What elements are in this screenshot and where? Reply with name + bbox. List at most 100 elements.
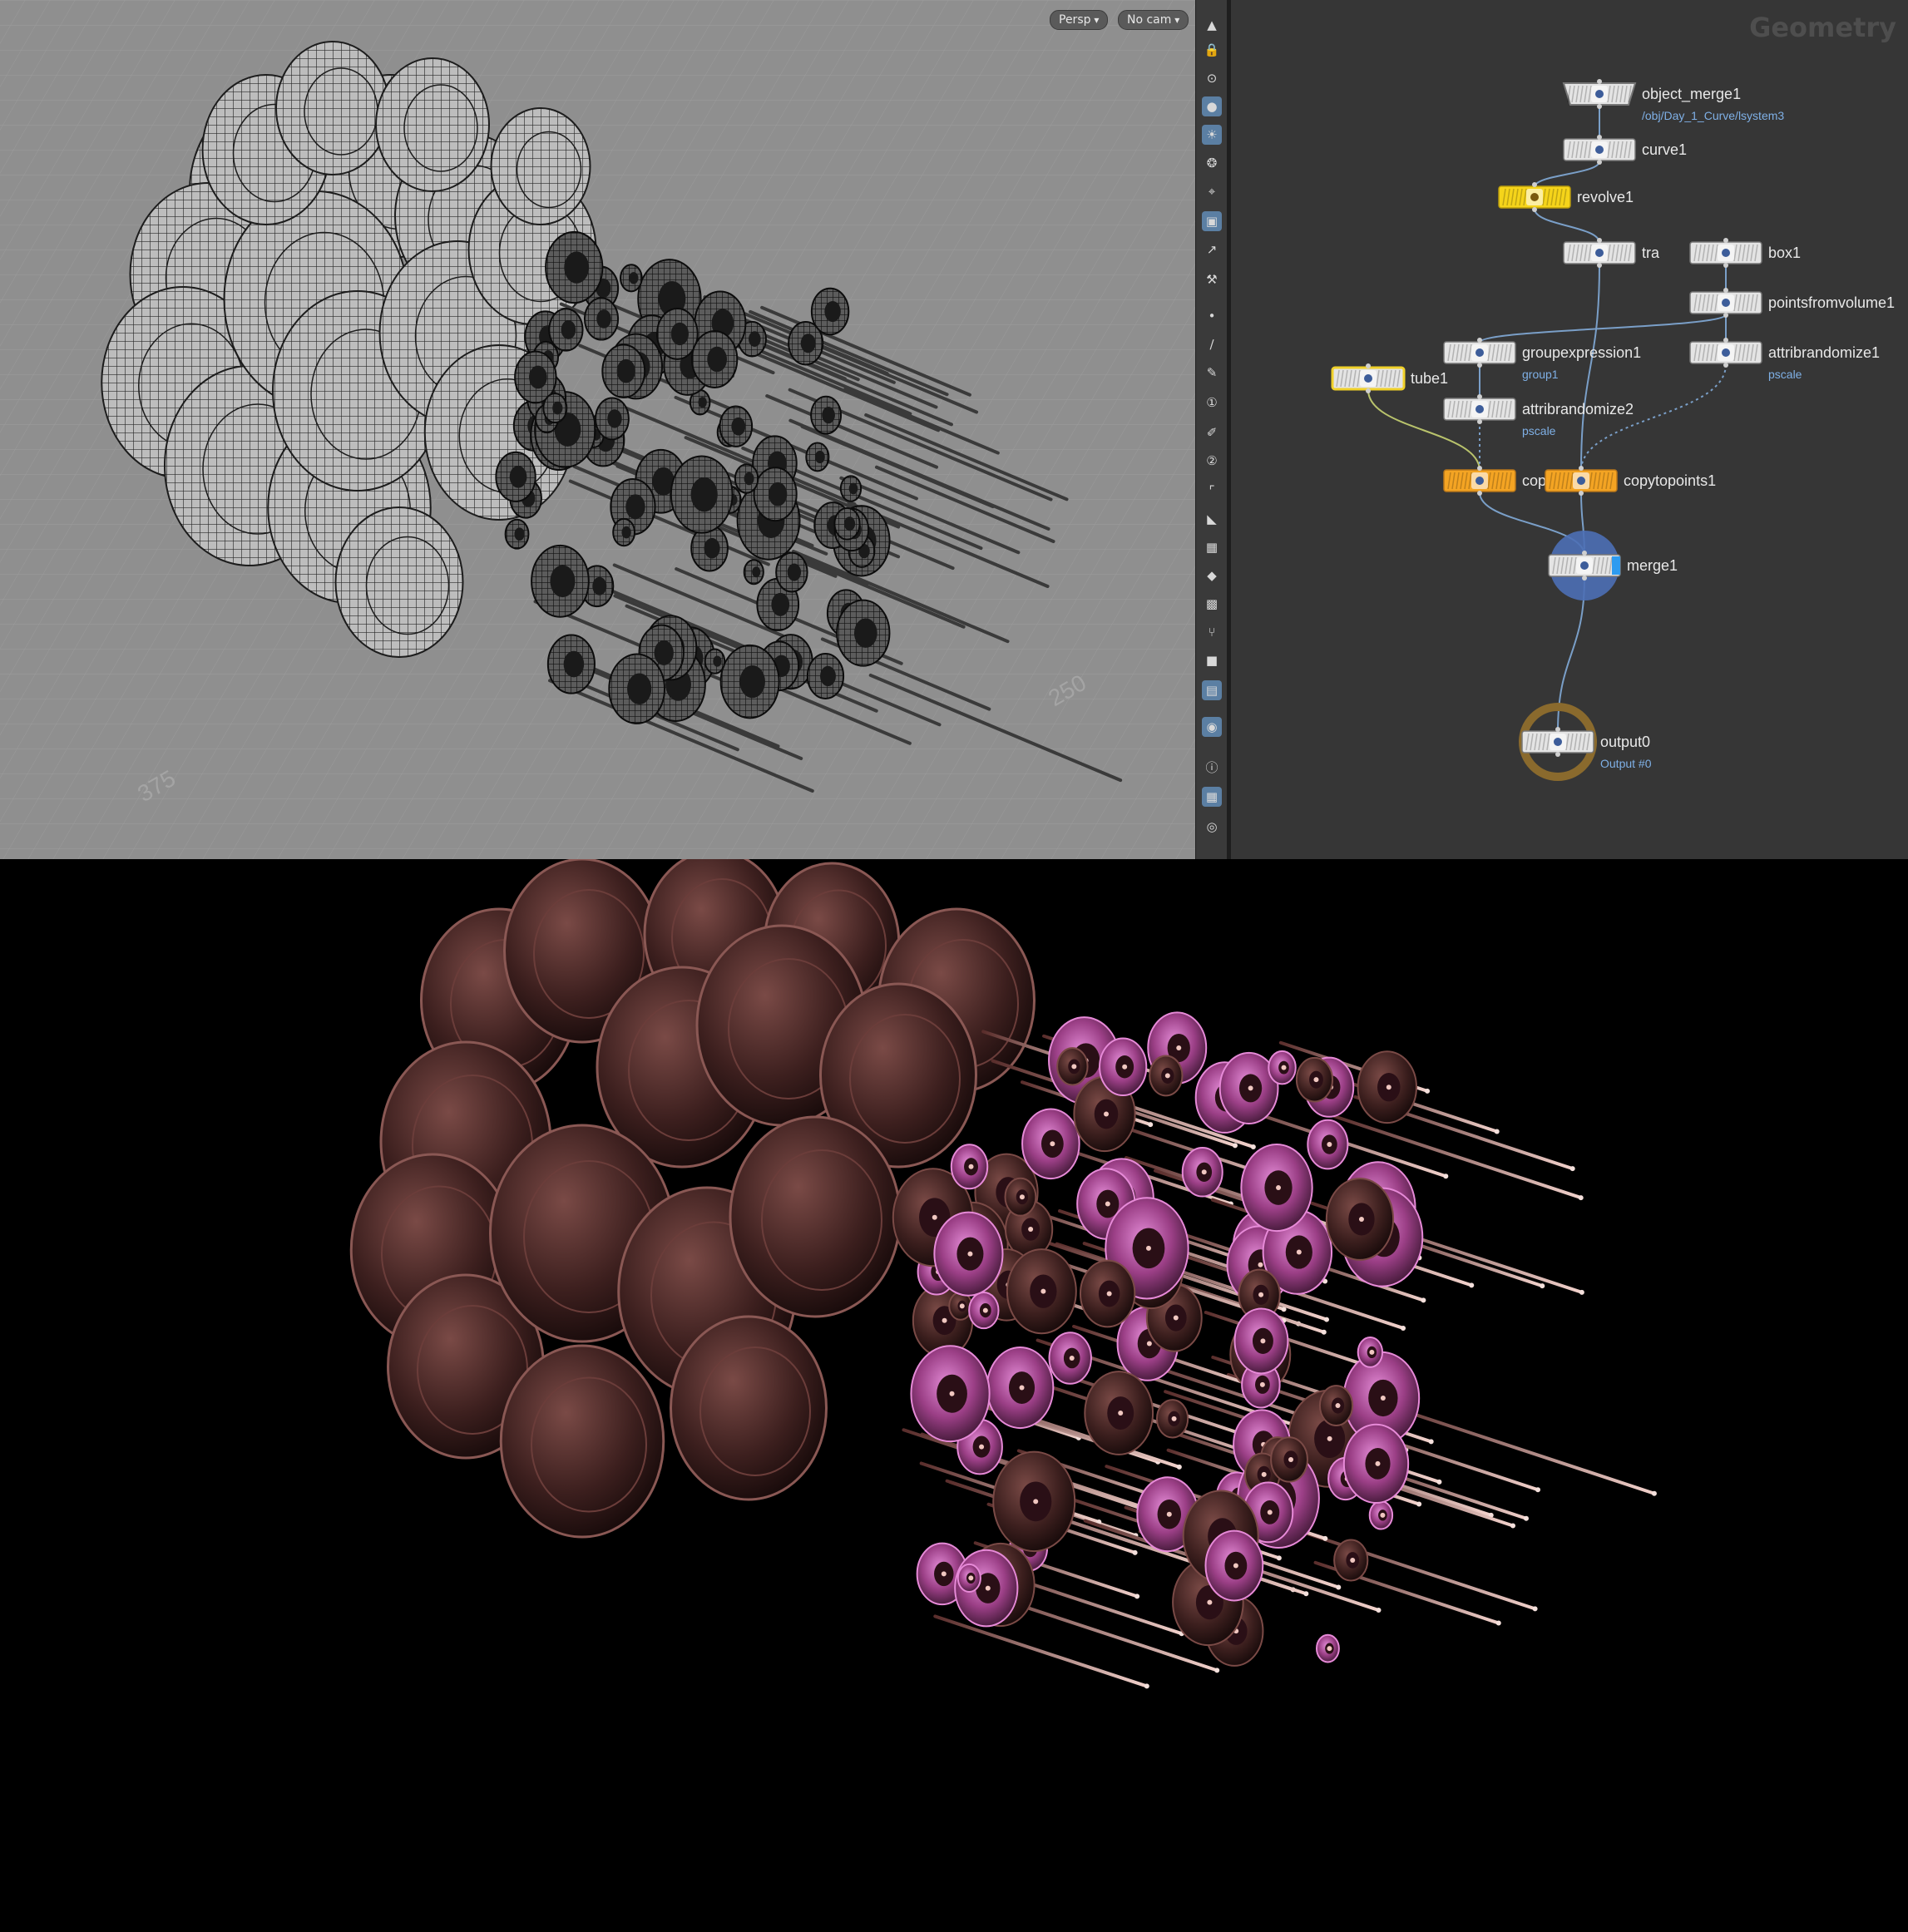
node-wire[interactable] — [1534, 208, 1600, 244]
stop-icon[interactable]: ■ — [1202, 650, 1222, 670]
number-brush-icon[interactable]: ② — [1202, 451, 1222, 471]
node-input-port[interactable] — [1597, 79, 1602, 84]
node-curve1[interactable]: curve1 — [1563, 135, 1687, 165]
wireframe-view[interactable]: 375 250 — [0, 0, 1195, 859]
shading-icon[interactable]: ● — [1202, 96, 1222, 116]
node-output-port[interactable] — [1477, 363, 1482, 368]
node-input-port[interactable] — [1597, 135, 1602, 140]
render-rod-tip — [1144, 1683, 1149, 1689]
node-input-port[interactable] — [1582, 551, 1587, 556]
node-input-port[interactable] — [1723, 338, 1728, 343]
node-icon-glyph — [1722, 249, 1730, 257]
node-input-port[interactable] — [1532, 182, 1537, 187]
node-output0[interactable]: output0 Output #0 — [1519, 703, 1652, 781]
node-output-port[interactable] — [1477, 491, 1482, 496]
edge-icon[interactable]: ∕ — [1202, 334, 1222, 354]
number-icon[interactable]: ① — [1202, 393, 1222, 413]
render-hub-cap — [1327, 1646, 1332, 1652]
node-input-port[interactable] — [1579, 466, 1584, 471]
node-tube1[interactable]: tube1 — [1331, 363, 1448, 393]
grid-icon[interactable]: ▦ — [1202, 787, 1222, 807]
camera-icon[interactable]: ▣ — [1202, 211, 1222, 231]
node-wire[interactable] — [1580, 363, 1727, 472]
camera-menu-button[interactable]: No cam — [1118, 10, 1189, 30]
snap-icon[interactable]: ↗ — [1202, 240, 1222, 259]
corner-icon[interactable]: ⌜ — [1202, 481, 1222, 501]
pin-icon[interactable]: ◉ — [1202, 717, 1222, 737]
render-rod-tip — [1322, 1535, 1328, 1541]
node-pointsfromvolume1[interactable]: pointsfromvolume1 — [1689, 288, 1895, 318]
render-hub-cap — [967, 1251, 973, 1257]
node-groupexpression1[interactable]: groupexpression1 group1 — [1443, 338, 1641, 381]
node-output-port[interactable] — [1723, 263, 1728, 268]
wire-hub — [853, 618, 877, 648]
render-rod-tip — [1132, 1549, 1138, 1555]
node-box1[interactable]: box1 — [1689, 238, 1801, 268]
node-object_merge1[interactable]: object_merge1/obj/Day_1_Curve/lsystem3 — [1562, 79, 1784, 122]
light-target-icon[interactable]: ⌖ — [1202, 181, 1222, 201]
persp-menu-button[interactable]: Persp — [1050, 10, 1109, 30]
lock-icon[interactable]: 🔒 — [1202, 40, 1222, 60]
display-options-icon[interactable]: ⊙ — [1202, 68, 1222, 88]
render-hub-cap — [1176, 1045, 1182, 1051]
node-icon-glyph — [1595, 249, 1604, 257]
diamond-icon[interactable]: ◆ — [1202, 566, 1222, 586]
node-input-port[interactable] — [1597, 238, 1602, 243]
texture-icon[interactable]: ▩ — [1202, 594, 1222, 614]
eye-icon[interactable]: ◎ — [1202, 817, 1222, 837]
info-icon[interactable]: ⓘ — [1202, 757, 1222, 777]
node-input-port[interactable] — [1366, 363, 1371, 368]
node-input-port[interactable] — [1723, 288, 1728, 293]
node-output-port[interactable] — [1555, 752, 1560, 757]
node-copytopoints1[interactable]: copytopoints1 — [1545, 466, 1716, 496]
render-hub-cap — [1104, 1111, 1110, 1117]
render-rod-tip — [1250, 1144, 1256, 1149]
node-output-port[interactable] — [1532, 207, 1537, 212]
node-wire[interactable] — [1534, 161, 1600, 188]
display-flag[interactable] — [1612, 556, 1620, 575]
scene-viewport[interactable]: 375 250 Persp No cam — [0, 0, 1195, 859]
wire-hub — [607, 409, 622, 428]
render-hub-cap — [1050, 1141, 1055, 1147]
node-graph[interactable]: object_merge1/obj/Day_1_Curve/lsystem3cu… — [1231, 0, 1908, 859]
node-output-port[interactable] — [1579, 491, 1584, 496]
handle-icon[interactable]: ⚒ — [1202, 269, 1222, 289]
node-icon-glyph — [1475, 405, 1484, 413]
node-wire[interactable] — [1580, 264, 1600, 472]
wire-hub — [713, 655, 722, 667]
render-rod-tip — [1214, 1668, 1220, 1673]
node-attribrandomize2[interactable]: attribrandomize2 pscale — [1443, 394, 1634, 437]
network-editor[interactable]: Geometry object_merge1/obj/Day_1_Curve/l… — [1231, 0, 1908, 859]
node-input-port[interactable] — [1477, 466, 1482, 471]
node-input-port[interactable] — [1477, 394, 1482, 399]
node-attribrandomize1[interactable]: attribrandomize1 pscale — [1689, 338, 1880, 381]
node-input-port[interactable] — [1477, 338, 1482, 343]
node-output-port[interactable] — [1723, 313, 1728, 318]
node-revolve1[interactable]: revolve1 — [1498, 182, 1634, 212]
wing-icon[interactable]: ◣ — [1202, 509, 1222, 529]
dot-icon[interactable]: • — [1202, 306, 1222, 326]
node-output-port[interactable] — [1597, 104, 1602, 109]
arrow-up-icon[interactable]: ▲ — [1202, 15, 1222, 35]
node-input-port[interactable] — [1723, 238, 1728, 243]
node-input-port[interactable] — [1555, 727, 1560, 732]
pen-icon[interactable]: ✎ — [1202, 363, 1222, 383]
image-icon[interactable]: ▤ — [1202, 680, 1222, 700]
node-merge1[interactable]: merge1 — [1548, 531, 1678, 600]
node-transform1[interactable]: tra — [1563, 238, 1660, 268]
node-wire[interactable] — [1479, 314, 1727, 343]
node-output-port[interactable] — [1582, 576, 1587, 581]
node-output-port[interactable] — [1477, 419, 1482, 424]
light-icon[interactable]: ☀ — [1202, 125, 1222, 145]
brush-icon[interactable]: ✐ — [1202, 422, 1222, 442]
fork-icon[interactable]: ⑂ — [1202, 622, 1222, 642]
checker-icon[interactable]: ▦ — [1202, 537, 1222, 557]
node-output-port[interactable] — [1597, 263, 1602, 268]
light-bulb-icon[interactable]: ❂ — [1202, 153, 1222, 173]
wire-hub — [752, 566, 761, 578]
node-output-port[interactable] — [1597, 160, 1602, 165]
render-hub-cap — [1276, 1185, 1282, 1191]
node-output-port[interactable] — [1723, 363, 1728, 368]
render-rod-tip — [1134, 1594, 1140, 1599]
node-output-port[interactable] — [1366, 388, 1371, 393]
